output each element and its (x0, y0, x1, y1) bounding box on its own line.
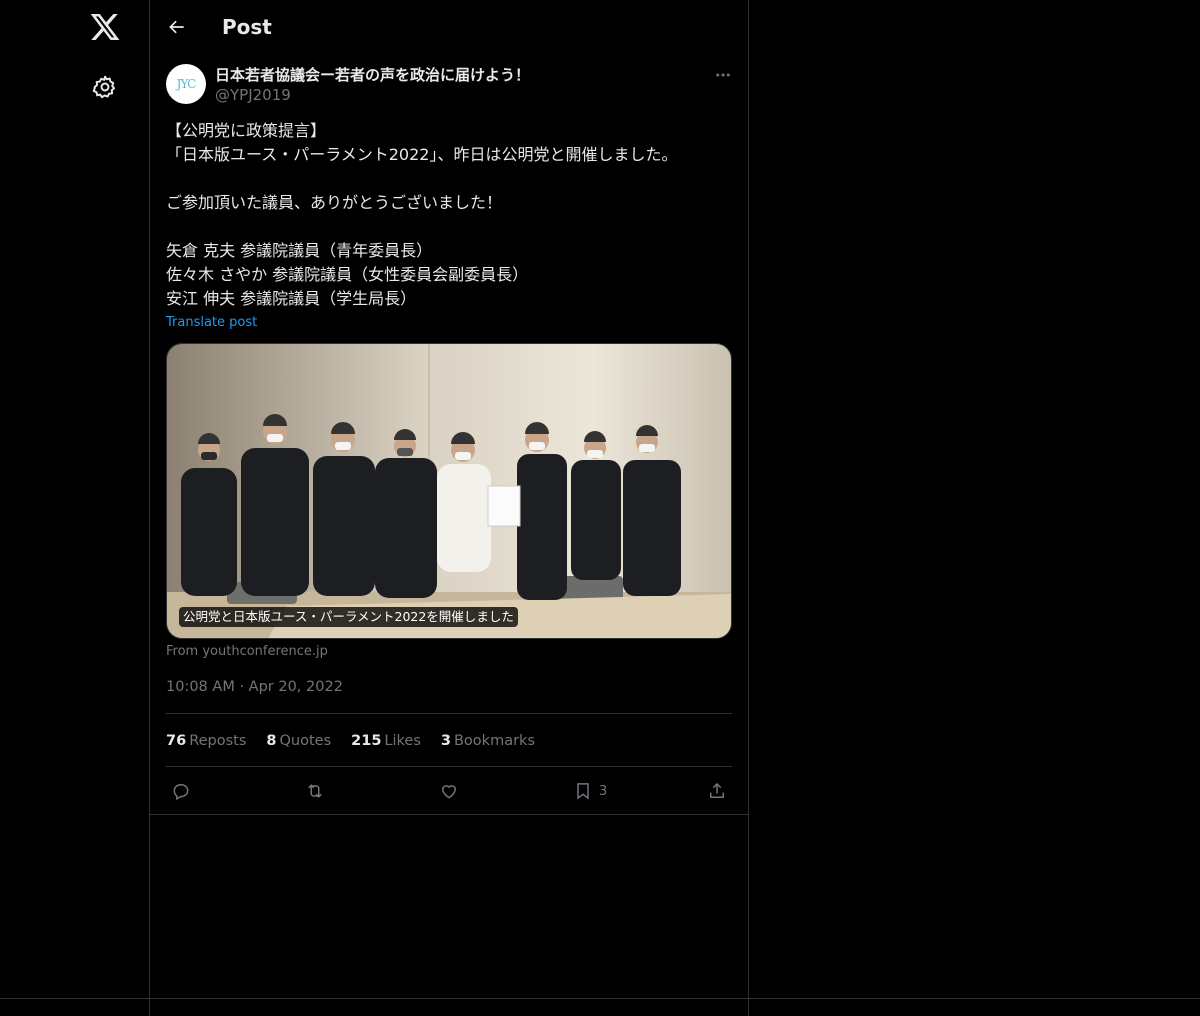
post-line: ご参加頂いた議員、ありがとうございました！ (166, 193, 503, 212)
post-line: 「日本版ユース・パーラメント2022」、昨日は公明党と開催しました。 (166, 145, 678, 164)
arrow-left-icon (169, 20, 184, 34)
top-bar: Post (150, 0, 749, 54)
post-timestamp: 10:08 AM · Apr 20, 2022 (166, 677, 343, 697)
card-photo (167, 344, 731, 638)
more-button[interactable] (712, 64, 734, 86)
post-line: 【公明党に政策提言】 (166, 121, 327, 140)
reposts-count: 76 (166, 733, 187, 749)
more-horizontal-icon (716, 73, 730, 77)
post-line: 矢倉 克夫 参議院議員（青年委員長） (166, 241, 433, 260)
reply-icon (173, 784, 189, 801)
repost-icon (308, 784, 322, 798)
share-icon (710, 782, 724, 798)
divider (150, 814, 749, 815)
reposts-stat[interactable]: 76 Reposts (166, 729, 246, 753)
bookmark-icon (577, 783, 589, 800)
quotes-stat[interactable]: 8 Quotes (266, 729, 331, 753)
likes-label: Likes (384, 733, 421, 749)
meta-separator: · (239, 679, 245, 695)
divider (166, 713, 732, 714)
bookmarks-stat[interactable]: 3 Bookmarks (441, 729, 535, 753)
left-sidebar (0, 0, 149, 1016)
share-button[interactable] (707, 777, 727, 805)
post-text: 【公明党に政策提言】 「日本版ユース・パーラメント2022」、昨日は公明党と開催… (166, 119, 734, 311)
bookmark-count: 3 (599, 783, 608, 799)
card-caption: 公明党と日本版ユース・パーラメント2022を開催しました (179, 607, 518, 627)
gear-icon[interactable] (92, 74, 118, 100)
post-line: 安江 伸夫 参議院議員（学生局長） (166, 289, 417, 308)
divider (166, 766, 732, 767)
link-card[interactable]: 公明党と日本版ユース・パーラメント2022を開催しました (166, 343, 732, 639)
author-block: JYC 日本若者協議会ー若者の声を政治に届けよう！ @YPJ2019 (166, 64, 736, 108)
back-button[interactable] (162, 12, 192, 42)
reposts-label: Reposts (189, 733, 247, 749)
page-title: Post (222, 15, 272, 39)
likes-stat[interactable]: 215 Likes (351, 729, 421, 753)
repost-button[interactable] (305, 777, 325, 805)
post-line: 佐々木 さやか 参議院議員（女性委員会副委員長） (166, 265, 529, 284)
bookmarks-label: Bookmarks (453, 733, 535, 749)
page: Post JYC 日本若者協議会ー若者の声を政治に届けよう！ @YPJ2019 … (0, 0, 1200, 1016)
post-date[interactable]: Apr 20, 2022 (249, 679, 343, 695)
heart-icon (441, 785, 457, 799)
quotes-count: 8 (266, 733, 277, 749)
likes-count: 215 (351, 733, 382, 749)
divider (0, 998, 1200, 999)
bookmarks-count: 3 (440, 733, 451, 749)
engagement-stats: 76 Reposts 8 Quotes 215 Likes 3 Bookmarks (166, 729, 555, 753)
post-time[interactable]: 10:08 AM (166, 679, 235, 695)
post-line (166, 215, 734, 239)
avatar[interactable]: JYC (166, 64, 206, 104)
reply-button[interactable] (171, 777, 191, 805)
quotes-label: Quotes (279, 733, 332, 749)
author-handle[interactable]: @YPJ2019 (215, 85, 291, 105)
author-name[interactable]: 日本若者協議会ー若者の声を政治に届けよう！ (215, 65, 530, 85)
post-line (166, 167, 734, 191)
post-column: Post JYC 日本若者協議会ー若者の声を政治に届けよう！ @YPJ2019 … (149, 0, 749, 1016)
card-source[interactable]: From youthconference.jp (166, 642, 328, 662)
x-logo-icon[interactable] (89, 11, 121, 43)
action-bar: 3 (166, 777, 736, 805)
translate-link[interactable]: Translate post (166, 313, 257, 333)
bookmark-button[interactable]: 3 (573, 777, 607, 805)
like-button[interactable] (439, 777, 459, 805)
